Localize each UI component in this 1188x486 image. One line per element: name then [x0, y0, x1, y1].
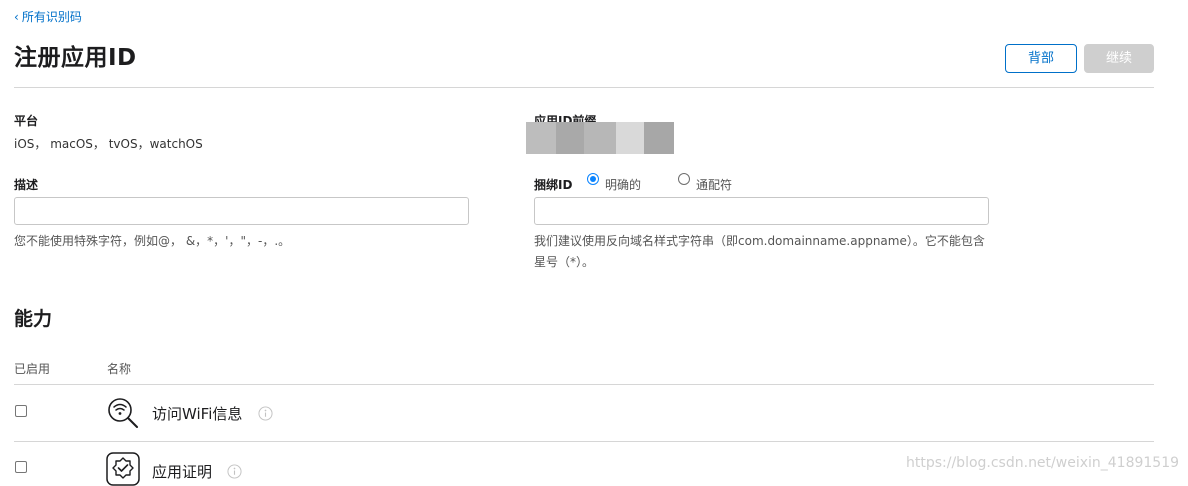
back-button[interactable]: 背部 — [1005, 44, 1077, 73]
description-label: 描述 — [14, 178, 39, 192]
chevron-left-icon: ‹ — [14, 10, 19, 24]
wifi-search-icon — [108, 398, 138, 428]
bundle-explicit-label: 明确的 — [605, 178, 642, 192]
info-icon[interactable] — [258, 406, 273, 421]
app-id-prefix-redacted — [526, 122, 674, 154]
platform-label: 平台 — [14, 114, 39, 128]
col-enabled-header: 已启用 — [14, 362, 51, 376]
back-link-label: 所有识别码 — [21, 10, 82, 24]
capability-name: 应用证明 — [152, 463, 213, 481]
bundle-id-hint: 我们建议使用反向域名样式字符串（即com.domainname.appname）… — [534, 234, 985, 269]
bundle-wildcard-radio[interactable] — [678, 173, 690, 185]
description-input[interactable] — [14, 197, 469, 225]
capability-name: 访问WiFi信息 — [152, 405, 243, 423]
continue-button[interactable]: 继续 — [1084, 44, 1154, 73]
bundle-explicit-radio[interactable] — [587, 173, 599, 185]
bundle-wildcard-label: 通配符 — [696, 178, 733, 192]
back-to-identifiers-link[interactable]: ‹ 所有识别码 — [14, 8, 82, 25]
watermark: https://blog.csdn.net/weixin_41891519 — [906, 455, 1180, 471]
wifi-info-checkbox[interactable] — [15, 405, 27, 417]
bundle-id-label: 捆绑ID — [534, 178, 573, 192]
page-title: 注册应用ID — [14, 45, 137, 71]
platform-value: iOS， macOS， tvOS，watchOS — [14, 137, 203, 151]
app-attest-checkbox[interactable] — [15, 461, 27, 473]
bundle-id-input[interactable] — [534, 197, 989, 225]
description-hint: 您不能使用特殊字符，例如@， &，*，'，"，-，.。 — [14, 234, 291, 248]
col-name-header: 名称 — [107, 362, 132, 376]
header-divider — [14, 87, 1154, 88]
info-icon[interactable] — [227, 464, 242, 479]
capabilities-title: 能力 — [14, 308, 53, 330]
badge-check-icon — [106, 452, 140, 486]
table-row: 访问WiFi信息 — [0, 385, 1160, 441]
